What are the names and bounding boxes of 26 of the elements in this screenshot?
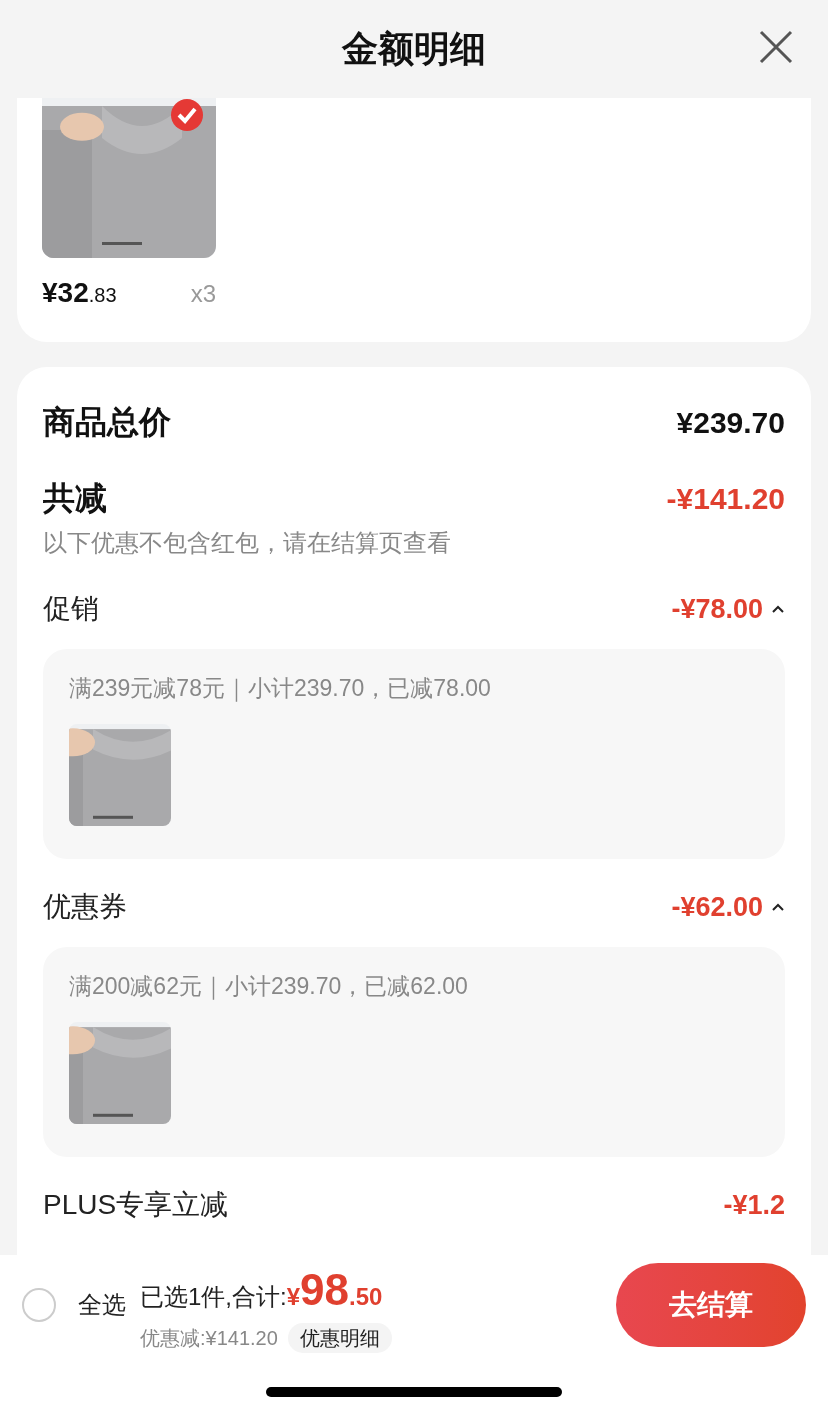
discount-toggle[interactable]: -¥78.00: [671, 588, 785, 630]
discount-rule: 满200减62元｜小计239.70，已减62.00: [69, 972, 469, 1002]
discount-toggle[interactable]: -¥1.2: [723, 1184, 785, 1226]
quantity: x3: [190, 279, 216, 309]
total-value: ¥239.70: [676, 404, 785, 441]
close-icon: [758, 29, 794, 65]
discount-type-label: 优惠券: [43, 890, 127, 924]
window-title: 金额明细: [342, 27, 486, 71]
discount-rule: 满239元减78元｜小计239.70，已减78.00: [69, 674, 492, 704]
discount-type-label: 促销: [43, 592, 99, 626]
chevron-up-icon: [771, 604, 785, 614]
discount-detail-link[interactable]: 优惠明细: [287, 1323, 392, 1353]
discount-label: 共减: [43, 479, 107, 518]
discount-type-label: PLUS专享立减: [43, 1188, 229, 1222]
discount-summary: 优惠减:¥141.20: [140, 1326, 278, 1351]
product-price: ¥32.83: [42, 276, 117, 310]
total-price: ¥98.50: [286, 1264, 383, 1316]
chevron-up-icon: [771, 902, 785, 912]
total-label: 商品总价: [43, 403, 171, 442]
discount-note: 以下优惠不包含红包，请在结算页查看: [43, 528, 452, 558]
selected-summary: 已选1件,合计:: [140, 1282, 287, 1312]
discount-value: -¥141.20: [666, 480, 785, 517]
discount-toggle[interactable]: -¥62.00: [671, 886, 785, 928]
select-all-label: 全选: [78, 1290, 126, 1320]
select-all-checkbox[interactable]: [22, 1288, 56, 1322]
checkout-button[interactable]: 去结算: [616, 1263, 806, 1347]
